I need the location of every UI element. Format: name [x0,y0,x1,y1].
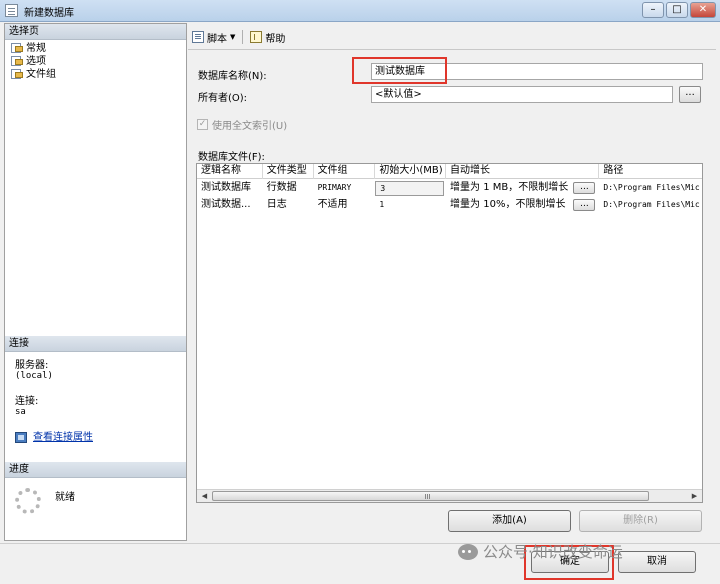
connection-label: 连接: [15,396,39,407]
fulltext-checkbox-row: ✓ 使用全文索引(U) [197,117,287,132]
owner-input[interactable]: <默认值> [371,86,673,103]
progress-section: 进度 就绪 [5,462,186,514]
cell-growth-text: 增量为 10%，不限制增长 [450,199,566,210]
cell-filegroup[interactable]: 不适用 [314,197,376,214]
help-label: 帮助 [265,33,286,45]
col-filegroup[interactable]: 文件组 [314,164,376,179]
connection-section: 连接 服务器: (local) 连接: sa 查看连接属性 [5,336,186,443]
toolbar-separator [242,30,244,44]
cell-name[interactable]: 测试数据库 [197,180,263,197]
col-autogrowth[interactable]: 自动增长 [446,164,600,179]
owner-browse-button[interactable]: ... [679,86,701,103]
dropdown-arrow-icon[interactable]: ▼ [230,33,235,41]
window-title-bar: 新建数据库 – □ ✕ [0,0,720,22]
progress-header: 进度 [5,462,186,478]
fulltext-checkbox[interactable]: ✓ [197,119,208,130]
cell-size[interactable]: 1 [375,197,446,214]
wechat-icon [458,543,478,560]
cell-growth-text: 增量为 1 MB，不限制增长 [450,182,569,193]
cell-type[interactable]: 行数据 [263,180,314,197]
page-item-label: 文件组 [26,69,56,80]
toolbar-divider [188,49,716,50]
page-icon [11,42,23,53]
col-file-type[interactable]: 文件类型 [263,164,314,179]
scroll-left-icon[interactable]: ◀ [198,491,211,502]
left-pane: 选择页 常规 选项 文件组 连接 服务器: (local) 连接: sa 查看连… [4,23,187,541]
page-icon [11,55,23,66]
server-label: 服务器: [15,360,49,371]
view-connection-properties-label: 查看连接属性 [33,432,93,443]
progress-spinner-icon [15,488,41,514]
database-window-icon [5,4,18,17]
cell-growth[interactable]: 增量为 10%，不限制增长 ... [446,197,599,214]
table-row[interactable]: 测试数据... 日志 不适用 1 增量为 10%，不限制增长 ... D:\Pr… [197,197,702,214]
grid-horizontal-scrollbar[interactable]: ◀ ▶ [197,489,702,502]
cell-size[interactable]: 3 [375,180,446,197]
progress-status: 就绪 [55,492,75,503]
help-icon [250,31,263,43]
col-initial-size[interactable]: 初始大小(MB) [375,164,447,179]
cell-size-box[interactable]: 3 [375,181,445,196]
page-item-filegroups[interactable]: 文件组 [5,66,186,80]
fulltext-label: 使用全文索引(U) [212,121,288,132]
script-icon [192,31,204,43]
db-files-label: 数据库文件(F): [198,152,265,163]
cell-path[interactable]: D:\Program Files\Mic [599,197,702,214]
add-button[interactable]: 添加(A) [448,510,571,532]
connection-header: 连接 [5,336,186,352]
owner-label: 所有者(O): [198,93,248,104]
scroll-thumb[interactable] [212,491,649,501]
maximize-button[interactable]: □ [666,2,688,18]
watermark: 公众号·知识改变命运 [458,541,623,562]
script-button[interactable]: 脚本 ▼ [189,29,238,46]
cell-filegroup[interactable]: PRIMARY [314,180,376,197]
cell-growth[interactable]: 增量为 1 MB，不限制增长 ... [446,180,599,197]
select-page-header: 选择页 [5,24,186,40]
scroll-right-icon[interactable]: ▶ [688,491,701,502]
cell-name[interactable]: 测试数据... [197,197,263,214]
cell-path[interactable]: D:\Program Files\Mic [599,180,702,197]
grid-header: 逻辑名称 文件类型 文件组 初始大小(MB) 自动增长 路径 [197,164,702,179]
table-row[interactable]: 测试数据库 行数据 PRIMARY 3 增量为 1 MB，不限制增长 ... D… [197,180,702,197]
db-name-label: 数据库名称(N): [198,71,267,82]
toolbar: 脚本 ▼ 帮助 [189,27,288,47]
growth-edit-button[interactable]: ... [573,199,596,211]
highlight-frame [352,57,447,84]
page-icon [11,68,23,79]
window-title: 新建数据库 [24,8,74,19]
properties-icon [15,432,27,443]
db-files-grid: 逻辑名称 文件类型 文件组 初始大小(MB) 自动增长 路径 测试数据库 行数据… [196,163,703,503]
cell-type[interactable]: 日志 [263,197,314,214]
watermark-text: 公众号·知识改变命运 [483,543,623,561]
close-button[interactable]: ✕ [690,2,716,18]
window-controls: – □ ✕ [642,2,716,18]
col-path[interactable]: 路径 [599,164,702,179]
server-value: (local) [15,371,53,381]
connection-value: sa [15,407,26,417]
col-logical-name[interactable]: 逻辑名称 [197,164,263,179]
script-label: 脚本 [207,33,227,45]
help-button[interactable]: 帮助 [247,29,288,46]
view-connection-properties-link[interactable]: 查看连接属性 [15,432,186,443]
minimize-button[interactable]: – [642,2,664,18]
growth-edit-button[interactable]: ... [573,182,596,194]
cancel-button[interactable]: 取消 [618,551,696,573]
remove-button[interactable]: 删除(R) [579,510,702,532]
